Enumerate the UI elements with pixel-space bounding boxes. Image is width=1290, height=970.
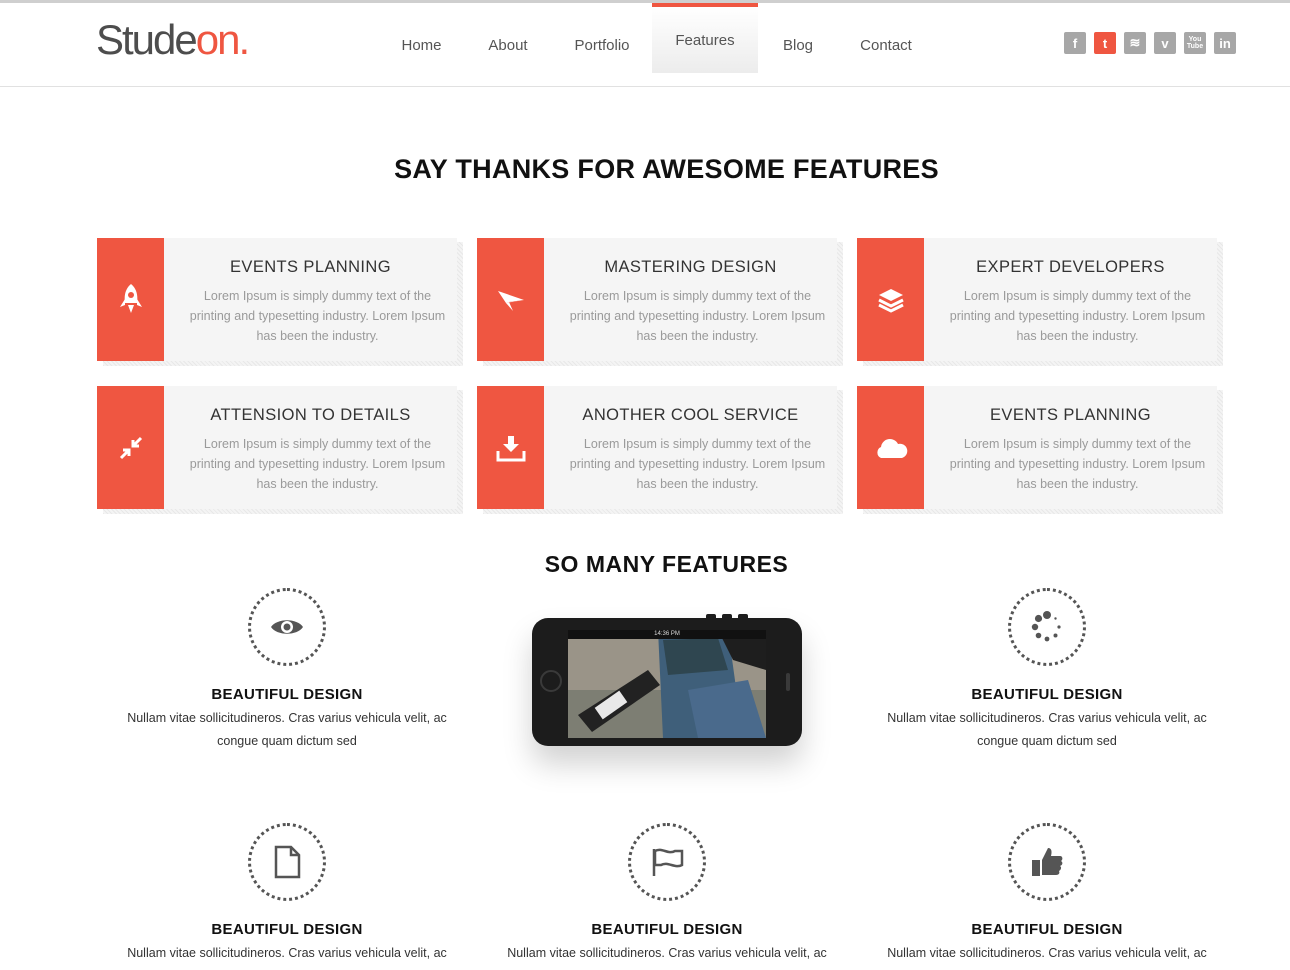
main-nav: Home About Portfolio Features Blog Conta… [379, 3, 934, 87]
flag-icon [652, 848, 684, 876]
nav-features-label: Features [675, 31, 735, 49]
feature-title: BEAUTIFUL DESIGN [211, 686, 363, 703]
feature-icon-ring [1008, 823, 1086, 901]
feature-item: BEAUTIFUL DESIGN Nullam vitae sollicitud… [477, 823, 857, 970]
feature-title: BEAUTIFUL DESIGN [211, 921, 363, 938]
feature-title: BEAUTIFUL DESIGN [971, 686, 1123, 703]
card-text: Lorem Ipsum is simply dummy text of the … [569, 437, 826, 491]
phone-mockup: 14:36 PM [532, 614, 802, 746]
card-body: EVENTS PLANNING Lorem Ipsum is simply du… [164, 238, 457, 361]
service-card: EXPERT DEVELOPERS Lorem Ipsum is simply … [857, 238, 1223, 366]
linkedin-icon[interactable]: in [1214, 32, 1236, 54]
card-text: Lorem Ipsum is simply dummy text of the … [949, 437, 1206, 491]
feature-text: Nullam vitae sollicitudineros. Cras vari… [887, 711, 1207, 748]
camera-photo [568, 630, 766, 738]
card-icon-box [857, 238, 924, 361]
phone-speaker [786, 673, 790, 691]
nav-blog-label: Blog [782, 36, 814, 54]
card-body: MASTERING DESIGN Lorem Ipsum is simply d… [544, 238, 837, 361]
feature-text: Nullam vitae sollicitudineros. Cras vari… [887, 946, 1207, 970]
section-title-many-features: SO MANY FEATURES [544, 551, 789, 577]
nav-contact[interactable]: Contact [838, 3, 934, 87]
card-text: Lorem Ipsum is simply dummy text of the … [569, 289, 826, 343]
feature-item: BEAUTIFUL DESIGN Nullam vitae sollicitud… [97, 588, 477, 753]
card-body: EXPERT DEVELOPERS Lorem Ipsum is simply … [924, 238, 1217, 361]
service-card: ANOTHER COOL SERVICE Lorem Ipsum is simp… [477, 386, 843, 514]
feature-text: Nullam vitae sollicitudineros. Cras vari… [127, 711, 447, 748]
card-title: EVENTS PLANNING [230, 258, 391, 276]
feature-title: BEAUTIFUL DESIGN [591, 921, 743, 938]
nav-features[interactable]: Features [652, 3, 758, 73]
nav-about-label: About [488, 36, 528, 54]
eye-icon [271, 620, 303, 634]
nav-home[interactable]: Home [379, 3, 464, 87]
nav-portfolio-label: Portfolio [574, 36, 630, 54]
service-card: EVENTS PLANNING Lorem Ipsum is simply du… [97, 238, 463, 366]
service-card: EVENTS PLANNING Lorem Ipsum is simply du… [857, 386, 1223, 514]
phone-status-bar: 14:36 PM [568, 630, 766, 639]
download-icon [496, 435, 525, 461]
card-title: ATTENSION TO DETAILS [210, 406, 411, 424]
nav-contact-label: Contact [860, 36, 912, 54]
nav-portfolio[interactable]: Portfolio [552, 3, 652, 87]
vimeo-icon[interactable]: v [1154, 32, 1176, 54]
card-title: ANOTHER COOL SERVICE [582, 406, 799, 424]
card-text: Lorem Ipsum is simply dummy text of the … [189, 289, 446, 343]
card-title: EVENTS PLANNING [990, 406, 1151, 424]
feature-text: Nullam vitae sollicitudineros. Cras vari… [507, 946, 827, 970]
youtube-icon[interactable]: You Tube [1184, 32, 1206, 54]
rocket-icon [119, 283, 142, 313]
phone-buttons [706, 614, 766, 618]
feature-item: BEAUTIFUL DESIGN Nullam vitae sollicitud… [857, 823, 1237, 970]
phone-home-button [540, 670, 562, 692]
card-body: ATTENSION TO DETAILS Lorem Ipsum is simp… [164, 386, 457, 509]
card-icon-box [97, 386, 164, 509]
facebook-icon[interactable]: f [1064, 32, 1086, 54]
section-title-awesome-features: SAY THANKS FOR AWESOME FEATURES [394, 154, 939, 184]
paper-plane-icon [497, 290, 524, 311]
layers-icon [877, 288, 904, 313]
phone-screen-photo: 14:36 PM [568, 630, 766, 738]
social-links: f t ≋ v You Tube in [1064, 32, 1236, 54]
rss-icon[interactable]: ≋ [1124, 32, 1146, 54]
compress-icon [119, 436, 142, 459]
feature-text: Nullam vitae sollicitudineros. Cras vari… [127, 946, 447, 970]
card-body: EVENTS PLANNING Lorem Ipsum is simply du… [924, 386, 1217, 509]
card-icon-box [857, 386, 924, 509]
nav-blog[interactable]: Blog [758, 3, 838, 87]
card-icon-box [477, 238, 544, 361]
service-card: MASTERING DESIGN Lorem Ipsum is simply d… [477, 238, 843, 366]
nav-about[interactable]: About [464, 3, 552, 87]
feature-icon-ring [248, 823, 326, 901]
feature-icon-ring [248, 588, 326, 666]
thumbs-up-icon [1032, 848, 1063, 876]
card-icon-box [97, 238, 164, 361]
file-icon [274, 845, 301, 879]
card-text: Lorem Ipsum is simply dummy text of the … [949, 289, 1206, 343]
feature-item: BEAUTIFUL DESIGN Nullam vitae sollicitud… [97, 823, 477, 970]
nav-home-label: Home [401, 36, 442, 54]
cloud-icon [876, 438, 907, 458]
feature-icon-ring [1008, 588, 1086, 666]
feature-title: BEAUTIFUL DESIGN [971, 921, 1123, 938]
card-title: MASTERING DESIGN [604, 258, 777, 276]
card-body: ANOTHER COOL SERVICE Lorem Ipsum is simp… [544, 386, 837, 509]
feature-item: BEAUTIFUL DESIGN Nullam vitae sollicitud… [857, 588, 1237, 753]
feature-icon-ring [628, 823, 706, 901]
twitter-icon[interactable]: t [1094, 32, 1116, 54]
logo-accent-text: on. [195, 16, 250, 63]
site-logo[interactable]: Studeon. [96, 16, 250, 63]
service-card: ATTENSION TO DETAILS Lorem Ipsum is simp… [97, 386, 463, 514]
card-icon-box [477, 386, 544, 509]
logo-text: Stude [96, 16, 198, 63]
site-header: Studeon. Home About Portfolio Features B… [0, 3, 1290, 87]
card-text: Lorem Ipsum is simply dummy text of the … [189, 437, 446, 491]
spinner-icon [1031, 611, 1061, 642]
card-title: EXPERT DEVELOPERS [976, 258, 1165, 276]
